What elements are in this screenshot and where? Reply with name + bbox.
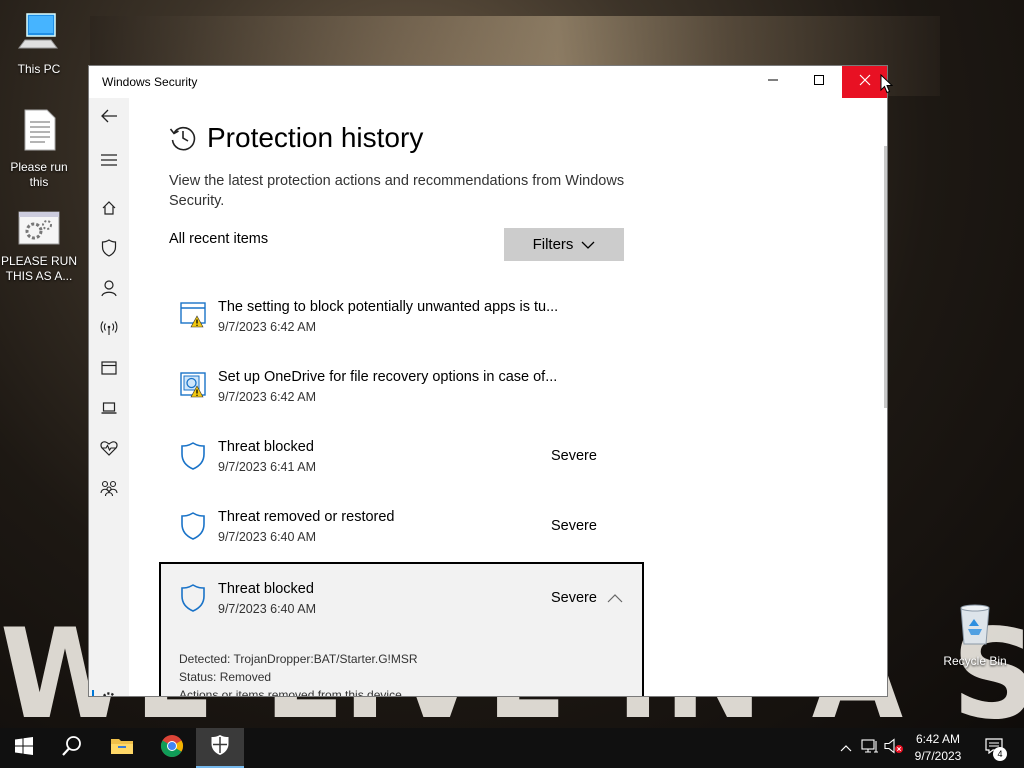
taskbar-file-explorer[interactable] [98, 728, 146, 768]
family-icon [100, 480, 118, 501]
chrome-icon [160, 734, 184, 763]
sidebar-item-virus-protection[interactable] [89, 230, 129, 270]
clock-date: 9/7/2023 [914, 749, 962, 763]
person-icon [101, 279, 117, 302]
window-title: Windows Security [102, 75, 198, 89]
taskbar: 6:42 AM 9/7/2023 4 [0, 728, 1024, 768]
chevron-down-icon [573, 236, 595, 253]
search-icon [61, 735, 83, 762]
history-item-date: 9/7/2023 6:41 AM [218, 460, 316, 474]
sidebar-item-app-browser[interactable] [89, 350, 129, 390]
history-item-title: Threat blocked [218, 439, 314, 455]
text-file-icon [0, 108, 78, 156]
app-warning-icon [179, 301, 207, 334]
history-clock-icon [169, 124, 197, 157]
shield-icon [101, 238, 117, 262]
page-title: Protection history [207, 122, 424, 153]
sidebar-item-account-protection[interactable] [89, 270, 129, 310]
severity-label: Severe [551, 448, 597, 464]
search-button[interactable] [48, 728, 96, 768]
maximize-button[interactable] [796, 66, 842, 98]
sidebar-item-device-security[interactable] [89, 390, 129, 430]
desktop-icon-label: PLEASE RUN THIS AS A... [0, 254, 78, 283]
history-item[interactable]: Set up OneDrive for file recovery option… [159, 358, 644, 428]
section-label: All recent items [169, 231, 269, 247]
minimize-button[interactable] [750, 66, 796, 98]
start-button[interactable] [0, 728, 48, 768]
close-icon [859, 73, 871, 91]
history-item-expanded[interactable]: Threat blocked 9/7/2023 6:40 AM Severe D… [159, 562, 644, 696]
desktop-icon-this-pc[interactable]: This PC [0, 10, 78, 77]
threat-actions-text: Actions or items removed from this devic… [179, 688, 406, 696]
desktop-icon-label: Recycle Bin [943, 654, 1007, 668]
desktop-icon-please-run-this-as-admin[interactable]: PLEASE RUN THIS AS A... [0, 210, 78, 284]
show-hidden-icons[interactable] [836, 728, 856, 768]
desktop-icon-label: This PC [17, 62, 61, 76]
maximize-icon [813, 73, 825, 91]
settings-file-icon [0, 210, 78, 250]
title-bar[interactable]: Windows Security [89, 66, 887, 98]
computer-icon [0, 10, 78, 58]
wifi-antenna-icon [100, 320, 118, 341]
network-icon [861, 738, 879, 759]
notification-count-badge: 4 [993, 747, 1007, 761]
history-item-date: 9/7/2023 6:40 AM [218, 530, 316, 544]
sidebar-item-firewall[interactable] [89, 310, 129, 350]
laptop-icon [101, 401, 117, 420]
history-item-title: Threat blocked [218, 581, 314, 597]
filters-button[interactable]: Filters [504, 228, 624, 261]
shield-outline-icon [179, 441, 207, 476]
history-item[interactable]: Threat blocked 9/7/2023 6:41 AM Severe [159, 428, 644, 498]
menu-button[interactable] [89, 142, 129, 182]
desktop-icon-label: Please run this [10, 160, 68, 189]
file-explorer-icon [110, 736, 134, 761]
recycle-bin-icon [936, 602, 1014, 650]
threat-status-text: Status: Removed [179, 670, 272, 684]
mouse-cursor-icon [880, 73, 894, 99]
severity-label: Severe [551, 590, 597, 606]
shield-outline-icon [179, 511, 207, 546]
clock-time: 6:42 AM [915, 732, 961, 746]
heart-health-icon [100, 440, 118, 461]
minimize-icon [767, 73, 779, 91]
sidebar-item-family-options[interactable] [89, 470, 129, 510]
taskbar-chrome[interactable] [148, 728, 196, 768]
windows-security-icon [210, 734, 230, 761]
home-icon [101, 200, 117, 221]
sidebar-item-settings[interactable] [89, 682, 129, 696]
recovery-warning-icon [179, 371, 207, 404]
settings-gear-icon [100, 691, 118, 696]
main-content: Protection history View the latest prote… [129, 98, 887, 696]
detected-threat-text: Detected: TrojanDropper:BAT/Starter.G!MS… [179, 652, 418, 666]
back-button[interactable] [89, 98, 129, 138]
windows-security-window: Windows Security Protection history View… [88, 65, 888, 697]
history-item[interactable]: Threat removed or restored 9/7/2023 6:40… [159, 498, 644, 568]
desktop-icon-recycle-bin[interactable]: Recycle Bin [936, 602, 1014, 669]
history-item-title: The setting to block potentially unwante… [218, 299, 559, 315]
network-tray[interactable] [858, 728, 882, 768]
sidebar-item-home[interactable] [89, 190, 129, 230]
chevron-up-icon[interactable] [607, 590, 623, 608]
sidebar-item-device-health[interactable] [89, 430, 129, 470]
taskbar-windows-security[interactable] [196, 728, 244, 768]
back-arrow-icon [100, 109, 118, 128]
page-description: View the latest protection actions and r… [169, 173, 625, 209]
history-item-date: 9/7/2023 6:42 AM [218, 390, 316, 404]
sidebar [89, 98, 129, 696]
scrollbar[interactable] [884, 146, 887, 408]
filters-label: Filters [532, 236, 574, 253]
desktop-icon-please-run-this[interactable]: Please run this [0, 108, 78, 190]
history-item[interactable]: The setting to block potentially unwante… [159, 288, 644, 358]
chevron-up-icon [840, 739, 852, 757]
severity-label: Severe [551, 518, 597, 534]
shield-outline-icon [179, 583, 207, 618]
history-item-title: Threat removed or restored [218, 509, 395, 525]
history-item-title: Set up OneDrive for file recovery option… [218, 369, 558, 385]
taskbar-clock[interactable]: 6:42 AM 9/7/2023 [900, 731, 976, 765]
history-item-date: 9/7/2023 6:40 AM [218, 602, 316, 616]
hamburger-menu-icon [101, 153, 117, 171]
app-browser-icon [101, 360, 117, 380]
history-item-date: 9/7/2023 6:42 AM [218, 320, 316, 334]
start-icon [15, 736, 33, 760]
